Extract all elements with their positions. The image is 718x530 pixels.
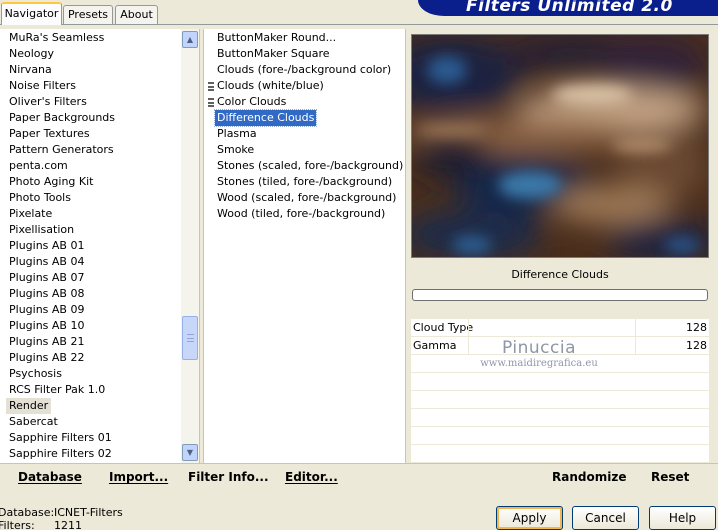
category-item[interactable]: Plugins AB 09: [9, 302, 84, 318]
help-button[interactable]: Help: [649, 506, 716, 530]
category-list[interactable]: MuRa's Seamless Neology Nirvana Noise Fi…: [0, 29, 200, 463]
category-item-selected[interactable]: Render: [6, 398, 52, 414]
action-bar: Database Import... Filter Info... Editor…: [0, 463, 718, 493]
filter-item[interactable]: Plasma: [215, 126, 259, 142]
progress-bar: [412, 289, 708, 301]
param-row-empty: [411, 373, 709, 391]
status-filters-value: 1211: [54, 519, 82, 530]
filter-list[interactable]: ButtonMaker Round... ButtonMaker Square …: [203, 29, 406, 463]
filter-parameters: Cloud Type 128 Gamma 128: [411, 319, 709, 463]
param-track: [468, 337, 469, 355]
banner-title: Filters Unlimited 2.0: [466, 0, 673, 16]
category-item[interactable]: Plugins AB 01: [9, 238, 84, 254]
filter-item[interactable]: ButtonMaker Square: [215, 46, 332, 62]
param-row[interactable]: Gamma 128: [411, 337, 709, 355]
category-item[interactable]: RCS Filter Pak 1.0: [9, 382, 105, 398]
category-item[interactable]: penta.com: [9, 158, 68, 174]
tab-about[interactable]: About: [115, 5, 158, 24]
database-button[interactable]: Database: [18, 470, 82, 484]
category-item[interactable]: MuRa's Seamless: [9, 30, 104, 46]
grip-icon: [187, 334, 194, 342]
cancel-button[interactable]: Cancel: [572, 506, 639, 530]
status-filters-label: Filters:: [0, 519, 35, 530]
status-database-label: Database:: [0, 506, 55, 519]
category-item[interactable]: Photo Aging Kit: [9, 174, 93, 190]
category-item[interactable]: Plugins AB 21: [9, 334, 84, 350]
chevron-down-icon: ▼: [186, 448, 194, 457]
tab-presets[interactable]: Presets: [63, 5, 113, 24]
reset-button[interactable]: Reset: [651, 470, 689, 484]
param-row-empty: [411, 445, 709, 463]
category-item[interactable]: Pixellisation: [9, 222, 74, 238]
status-filters: Filters: 1211: [0, 519, 82, 530]
param-value: 128: [686, 321, 707, 334]
category-item[interactable]: Plugins AB 10: [9, 318, 84, 334]
category-item[interactable]: Sapphire Filters 01: [9, 430, 112, 446]
filter-item[interactable]: Stones (tiled, fore-/background): [215, 174, 394, 190]
category-item[interactable]: Plugins AB 07: [9, 270, 84, 286]
category-item[interactable]: Oliver's Filters: [9, 94, 87, 110]
param-row-empty: [411, 355, 709, 373]
filter-info-button[interactable]: Filter Info...: [188, 470, 269, 484]
category-item[interactable]: Plugins AB 08: [9, 286, 84, 302]
param-row-empty: [411, 409, 709, 427]
filter-item[interactable]: Clouds (white/blue): [215, 78, 326, 94]
category-item[interactable]: Paper Textures: [9, 126, 90, 142]
param-row-empty: [411, 427, 709, 445]
category-item[interactable]: Noise Filters: [9, 78, 76, 94]
filter-mark-icon: [208, 98, 214, 107]
filter-item[interactable]: Wood (tiled, fore-/background): [215, 206, 387, 222]
filter-item[interactable]: Wood (scaled, fore-/background): [215, 190, 398, 206]
import-button[interactable]: Import...: [109, 470, 168, 484]
filter-item[interactable]: Stones (scaled, fore-/background): [215, 158, 405, 174]
param-name: Gamma: [413, 339, 457, 352]
param-track: [635, 337, 636, 355]
scroll-up-button[interactable]: ▲: [182, 31, 198, 48]
param-track: [635, 319, 636, 337]
category-item[interactable]: Psychosis: [9, 366, 62, 382]
filter-item[interactable]: Color Clouds: [215, 94, 288, 110]
category-item[interactable]: Plugins AB 22: [9, 350, 84, 366]
filter-item[interactable]: Smoke: [215, 142, 256, 158]
status-database-value: ICNET-Filters: [54, 506, 123, 519]
editor-button[interactable]: Editor...: [285, 470, 338, 484]
filter-preview-image: [411, 34, 709, 258]
selected-filter-title: Difference Clouds: [411, 264, 709, 286]
param-row[interactable]: Cloud Type 128: [411, 319, 709, 337]
category-item[interactable]: Paper Backgrounds: [9, 110, 115, 126]
category-item[interactable]: Sapphire Filters 02: [9, 446, 112, 462]
filter-item[interactable]: ButtonMaker Round...: [215, 30, 338, 46]
randomize-button[interactable]: Randomize: [552, 470, 626, 484]
scroll-thumb[interactable]: [182, 316, 198, 360]
category-scrollbar[interactable]: ▲ ▼: [181, 29, 199, 463]
tab-navigator[interactable]: Navigator: [1, 2, 62, 25]
category-item[interactable]: Nirvana: [9, 62, 52, 78]
category-item[interactable]: Pixelate: [9, 206, 52, 222]
category-item[interactable]: Sabercat: [9, 414, 58, 430]
category-item[interactable]: Pattern Generators: [9, 142, 114, 158]
header-banner: Filters Unlimited 2.0: [418, 0, 718, 16]
param-name: Cloud Type: [413, 321, 474, 334]
chevron-up-icon: ▲: [186, 35, 194, 44]
apply-button[interactable]: Apply: [496, 506, 563, 530]
filter-item-selected[interactable]: Difference Clouds: [213, 109, 318, 127]
category-item[interactable]: Neology: [9, 46, 54, 62]
scroll-down-button[interactable]: ▼: [182, 444, 198, 461]
category-item[interactable]: Photo Tools: [9, 190, 71, 206]
filter-mark-icon: [208, 82, 214, 91]
param-row-empty: [411, 391, 709, 409]
param-value: 128: [686, 339, 707, 352]
status-database: Database: ICNET-Filters: [0, 506, 123, 520]
filter-item[interactable]: Clouds (fore-/background color): [215, 62, 393, 78]
param-track: [468, 319, 469, 337]
category-item[interactable]: Plugins AB 04: [9, 254, 84, 270]
